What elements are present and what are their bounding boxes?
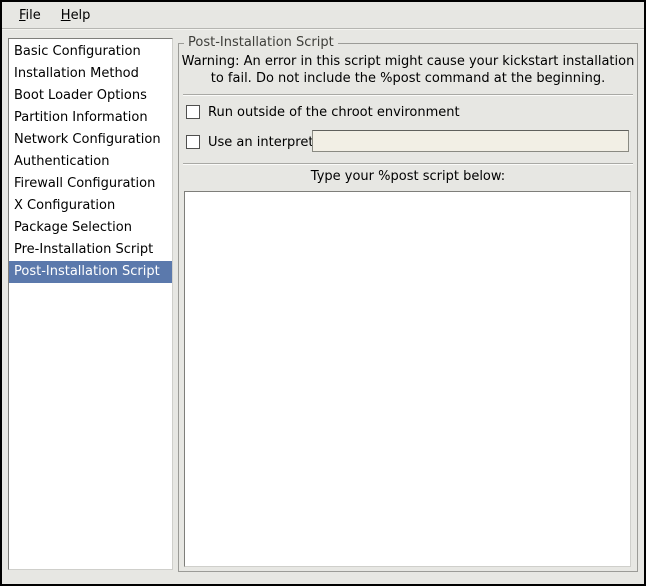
chroot-checkbox[interactable]: [186, 105, 200, 119]
interpreter-checkbox-row[interactable]: Use an interpreter:: [186, 134, 331, 150]
sidebar-item-installation-method[interactable]: Installation Method: [9, 63, 172, 85]
sidebar-item-partition-information[interactable]: Partition Information: [9, 107, 172, 129]
chroot-checkbox-label[interactable]: Run outside of the chroot environment: [208, 105, 460, 120]
sidebar-item-package-selection[interactable]: Package Selection: [9, 217, 172, 239]
sidebar-item-post-installation-script[interactable]: Post-Installation Script: [9, 261, 172, 283]
menu-file-label: ile: [26, 8, 41, 23]
menu-help[interactable]: Help: [51, 4, 101, 27]
interpreter-input[interactable]: [312, 130, 629, 152]
sidebar-item-basic-configuration[interactable]: Basic Configuration: [9, 41, 172, 63]
sidebar-item-boot-loader-options[interactable]: Boot Loader Options: [9, 85, 172, 107]
post-installation-script-frame: Post-Installation Script Warning: An err…: [178, 43, 638, 572]
script-label: Type your %post script below:: [179, 169, 637, 184]
chroot-checkbox-row[interactable]: Run outside of the chroot environment: [186, 104, 460, 120]
kickstart-configurator-window: File Help Basic Configuration Installati…: [0, 0, 646, 586]
separator: [183, 94, 633, 96]
warning-line-1: Warning: An error in this script might c…: [179, 53, 637, 70]
menu-help-label: elp: [71, 8, 91, 23]
menu-help-mnemonic: H: [61, 8, 71, 23]
sidebar-item-pre-installation-script[interactable]: Pre-Installation Script: [9, 239, 172, 261]
sidebar-item-firewall-configuration[interactable]: Firewall Configuration: [9, 173, 172, 195]
post-script-textarea[interactable]: [184, 191, 631, 567]
warning-text: Warning: An error in this script might c…: [179, 53, 637, 87]
menu-file[interactable]: File: [9, 4, 51, 27]
sidebar-item-x-configuration[interactable]: X Configuration: [9, 195, 172, 217]
separator: [183, 163, 633, 165]
sidebar-item-authentication[interactable]: Authentication: [9, 151, 172, 173]
interpreter-checkbox[interactable]: [186, 135, 200, 149]
menubar: File Help: [2, 2, 644, 29]
frame-title: Post-Installation Script: [184, 35, 338, 50]
sidebar-list: Basic Configuration Installation Method …: [8, 38, 173, 570]
sidebar-item-network-configuration[interactable]: Network Configuration: [9, 129, 172, 151]
warning-line-2: to fail. Do not include the %post comman…: [179, 70, 637, 87]
